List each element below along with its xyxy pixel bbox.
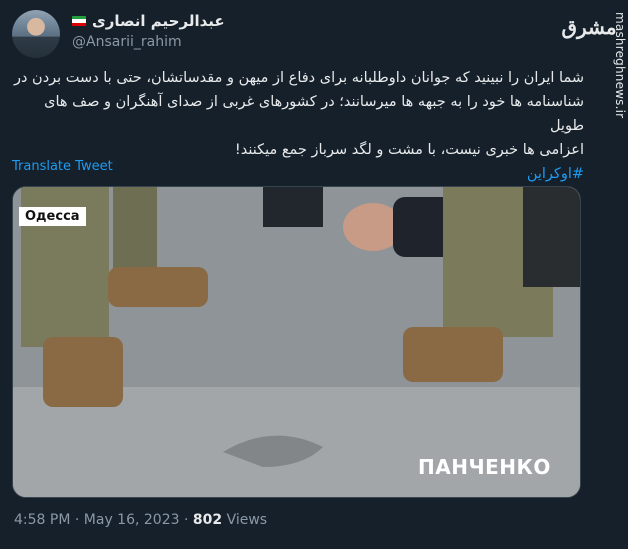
author-avatar[interactable] xyxy=(12,10,60,58)
tweet-video[interactable]: Одесса ПАНЧЕНКО xyxy=(12,186,581,498)
brand-logo-icon: مشرق xyxy=(561,15,617,39)
meta-separator: · xyxy=(183,512,189,528)
brand-watermark: مشرق mashreghnews.ir xyxy=(561,0,628,549)
tweet-time[interactable]: 4:58 PM xyxy=(14,512,70,528)
author-display-name[interactable]: عبدالرحیم انصاری xyxy=(92,12,225,30)
video-channel-mark: ПАНЧЕНКО xyxy=(418,455,551,479)
views-label: Views xyxy=(226,512,268,528)
tweet-meta: 4:58 PM · May 16, 2023 · 802 Views xyxy=(14,512,267,528)
brand-url: mashreghnews.ir xyxy=(613,12,627,119)
iran-flag-icon xyxy=(72,16,86,26)
tweet-text-line: شما ایران را نبینید که جوانان داوطلبانه … xyxy=(13,70,584,86)
views-count: 802 xyxy=(192,512,223,528)
translate-tweet-link[interactable]: Translate Tweet xyxy=(12,159,113,174)
tweet-date[interactable]: May 16, 2023 xyxy=(84,512,180,528)
meta-separator: · xyxy=(74,512,80,528)
video-city-label: Одесса xyxy=(19,207,86,226)
tweet-text-line: شناسنامه ها خود را به جبهه ها میرسانند؛ … xyxy=(44,94,584,134)
video-frame xyxy=(13,187,580,497)
author-handle[interactable]: @Ansarii_rahim xyxy=(72,34,182,50)
